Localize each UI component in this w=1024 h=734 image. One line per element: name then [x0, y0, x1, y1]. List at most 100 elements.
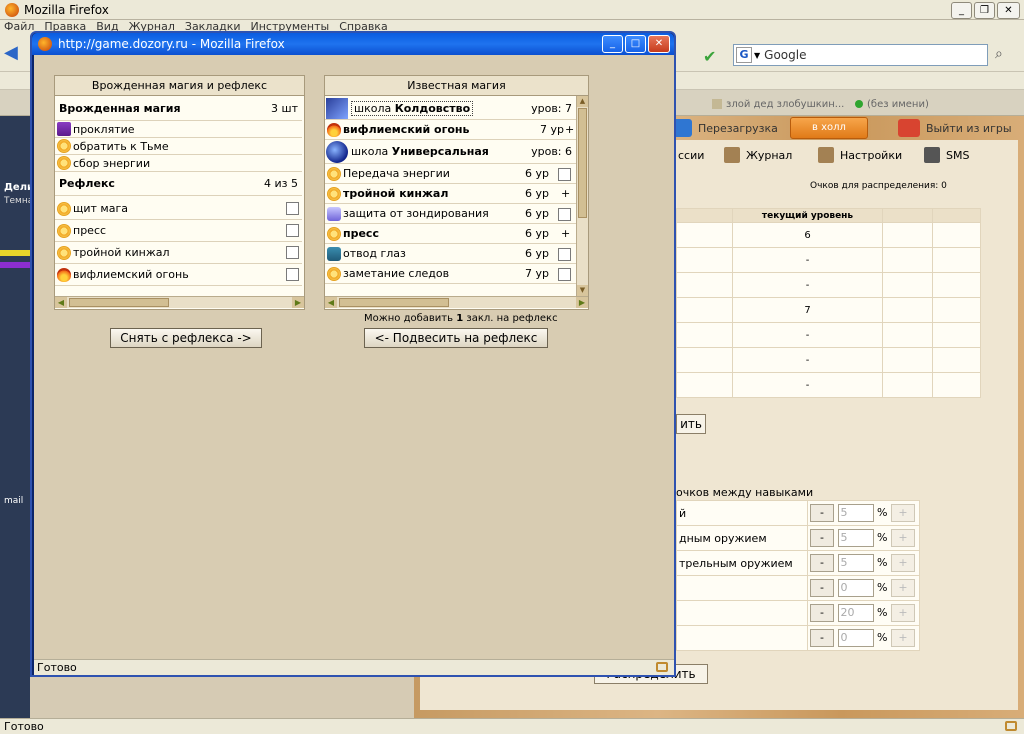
minus-button[interactable]: -	[810, 554, 834, 572]
tab-label: (без имени)	[867, 98, 929, 110]
scroll-right-icon[interactable]: ▶	[292, 297, 304, 308]
popup-close-button[interactable]: ✕	[648, 35, 670, 53]
search-go-icon[interactable]: ⌕	[995, 46, 1003, 62]
status-text: Готово	[4, 720, 44, 733]
close-button[interactable]: ✕	[997, 2, 1020, 19]
skill-value-field[interactable]: 5	[837, 554, 874, 572]
plus-button[interactable]: +	[890, 554, 915, 572]
search-box[interactable]: G ▼ Google	[733, 44, 988, 66]
add-note: Можно добавить 1 закл. на рефлекс	[364, 313, 558, 324]
minimize-button[interactable]: _	[951, 2, 972, 19]
school-row[interactable]: школа Колдовство уров: 7	[325, 97, 576, 120]
popup-minimize-button[interactable]: _	[602, 35, 623, 53]
remove-from-reflex-button[interactable]: Снять с рефлекса ->	[110, 328, 262, 348]
restore-button[interactable]: ❐	[974, 2, 995, 19]
list-item[interactable]: вифлиемский огонь	[55, 264, 302, 286]
skill-value-field[interactable]: 5	[837, 504, 874, 522]
nav-sms[interactable]: SMS	[924, 143, 969, 167]
lock-icon	[1005, 721, 1017, 731]
reflex-checkbox[interactable]	[286, 268, 299, 281]
popup-title: http://game.dozory.ru - Mozilla Firefox	[58, 37, 285, 51]
popup-maximize-button[interactable]: □	[625, 35, 646, 53]
minus-button[interactable]: -	[810, 579, 834, 597]
popup-body: Врожденная магия и рефлекс Врожденная ма…	[34, 55, 674, 659]
scroll-thumb[interactable]	[578, 108, 587, 218]
hall-button[interactable]: в холл	[790, 117, 868, 139]
apply-button[interactable]: ить	[676, 414, 706, 434]
reflex-checkbox[interactable]	[286, 224, 299, 237]
dropdown-icon[interactable]: ▼	[754, 51, 760, 60]
scroll-thumb[interactable]	[69, 298, 169, 307]
school-row[interactable]: школа Универсальная уров: 6	[325, 140, 576, 164]
level-header: текущий уровень	[732, 208, 883, 223]
shield-icon	[327, 206, 341, 221]
skill-value-field[interactable]: 5	[837, 529, 874, 547]
tab-2[interactable]: (без имени)	[855, 94, 929, 114]
list-item[interactable]: тройной кинжал 6 ур +	[325, 184, 576, 204]
list-item[interactable]: проклятие	[55, 121, 302, 138]
exit-button[interactable]: Выйти из игры	[898, 116, 1012, 140]
attach-to-reflex-button[interactable]: <- Подвесить на рефлекс	[364, 328, 548, 348]
list-item[interactable]: вифлиемский огонь 7 ур +	[325, 120, 576, 140]
list-item[interactable]: пресс 6 ур +	[325, 224, 576, 244]
reflex-checkbox[interactable]	[286, 202, 299, 215]
minus-button[interactable]: -	[810, 629, 834, 647]
tornado-icon	[57, 122, 71, 136]
list-item[interactable]: Передача энергии 6 ур	[325, 164, 576, 184]
skill-value-field[interactable]: 20	[837, 604, 874, 622]
school-level: уров: 6	[531, 145, 572, 158]
reflex-checkbox[interactable]	[286, 246, 299, 259]
horizontal-scrollbar[interactable]: ◀ ▶	[55, 296, 304, 308]
skill-row: - 0 % +	[676, 575, 920, 601]
minus-button[interactable]: -	[810, 604, 834, 622]
sun-icon	[327, 226, 341, 241]
plus-button[interactable]: +	[890, 629, 915, 647]
list-item[interactable]: сбор энергии	[55, 155, 302, 172]
sun-icon	[327, 166, 341, 181]
scroll-down-icon[interactable]: ▼	[577, 285, 588, 296]
go-check-icon[interactable]: ✔	[703, 47, 716, 66]
tab-1[interactable]: злой дед злобушкин...	[712, 94, 844, 114]
list-item[interactable]: тройной кинжал	[55, 242, 302, 264]
firefox-icon	[38, 37, 52, 51]
add-reflex-mark[interactable]: +	[561, 227, 570, 240]
known-checkbox[interactable]	[558, 248, 571, 261]
scroll-thumb[interactable]	[339, 298, 449, 307]
known-checkbox[interactable]	[558, 168, 571, 181]
skill-value-field[interactable]: 0	[837, 629, 874, 647]
list-item[interactable]: заметание следов 7 ур	[325, 264, 576, 284]
known-checkbox[interactable]	[558, 268, 571, 281]
plus-button[interactable]: +	[890, 529, 915, 547]
plus-button[interactable]: +	[890, 604, 915, 622]
scroll-left-icon[interactable]: ◀	[55, 297, 67, 308]
scroll-right-icon[interactable]: ▶	[576, 297, 588, 308]
back-arrow-icon[interactable]: ◀	[4, 44, 24, 62]
nav-journal[interactable]: Журнал	[724, 143, 792, 167]
horizontal-scrollbar[interactable]: ◀ ▶	[325, 296, 588, 308]
skill-value-field[interactable]: 0	[837, 579, 874, 597]
add-reflex-mark[interactable]: +	[565, 123, 574, 136]
list-item[interactable]: пресс	[55, 220, 302, 242]
minus-button[interactable]: -	[810, 529, 834, 547]
known-panel-header: Известная магия	[325, 76, 588, 96]
list-item[interactable]: щит мага	[55, 198, 302, 220]
minus-button[interactable]: -	[810, 504, 834, 522]
nav-missions[interactable]: ссии	[678, 143, 704, 167]
scroll-up-icon[interactable]: ▲	[577, 96, 588, 107]
vertical-scrollbar[interactable]: ▲ ▼	[576, 96, 588, 296]
reload-button[interactable]: Перезагрузка	[670, 116, 778, 140]
scroll-left-icon[interactable]: ◀	[325, 297, 337, 308]
known-checkbox[interactable]	[558, 208, 571, 221]
nav-settings[interactable]: Настройки	[818, 143, 902, 167]
sun-icon	[327, 266, 341, 281]
plus-button[interactable]: +	[890, 579, 915, 597]
plus-button[interactable]: +	[890, 504, 915, 522]
list-item[interactable]: защита от зондирования 6 ур	[325, 204, 576, 224]
list-item[interactable]: обратить к Тьме	[55, 138, 302, 155]
add-reflex-mark[interactable]: +	[561, 187, 570, 200]
browser-statusbar: Готово	[0, 718, 1024, 734]
search-input[interactable]: Google	[764, 48, 806, 62]
list-item[interactable]: отвод глаз 6 ур	[325, 244, 576, 264]
school-label: школа Колдовство	[351, 100, 474, 116]
mail-label: mail	[4, 496, 24, 506]
